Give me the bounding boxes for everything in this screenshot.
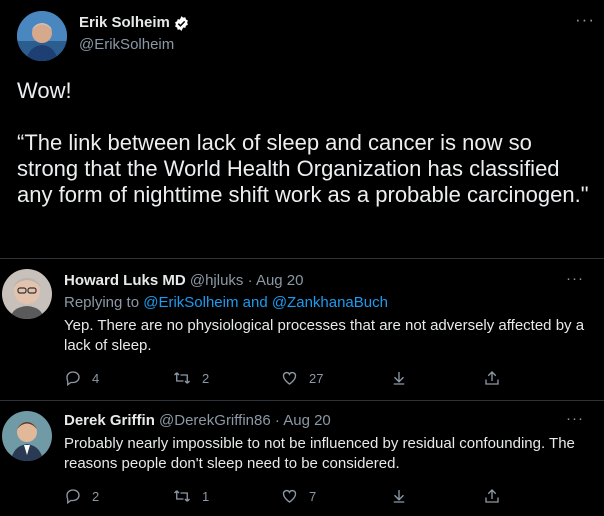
upload-icon bbox=[483, 369, 501, 387]
upload-action[interactable] bbox=[483, 367, 501, 389]
like-icon bbox=[280, 487, 299, 505]
author-handle[interactable]: @ErikSolheim bbox=[79, 36, 174, 53]
share-icon bbox=[390, 369, 408, 387]
retweet-icon bbox=[172, 487, 192, 505]
separator: · bbox=[247, 272, 253, 289]
reply-text: Yep. There are no physiological processe… bbox=[64, 317, 585, 354]
reply-author-name[interactable]: Howard Luks MD bbox=[64, 272, 186, 289]
like-icon bbox=[280, 369, 299, 387]
separator: · bbox=[274, 412, 280, 429]
share-action[interactable] bbox=[390, 485, 408, 507]
retweet-count: 2 bbox=[202, 370, 210, 386]
retweet-count: 1 bbox=[202, 488, 210, 504]
avatar[interactable] bbox=[2, 269, 52, 319]
like-count: 7 bbox=[309, 488, 317, 504]
upload-icon bbox=[483, 487, 501, 505]
retweet-icon bbox=[172, 369, 192, 387]
reply-icon bbox=[64, 369, 82, 387]
upload-action[interactable] bbox=[483, 485, 501, 507]
retweet-action[interactable]: 2 bbox=[172, 367, 209, 389]
main-tweet: Erik Solheim @ErikSolheim ··· Wow! “The … bbox=[0, 0, 604, 258]
reply-tweet[interactable]: Derek Griffin @DerekGriffin86 · Aug 20 ·… bbox=[0, 400, 604, 516]
like-count: 27 bbox=[309, 370, 324, 386]
reply-date[interactable]: Aug 20 bbox=[256, 272, 304, 289]
reply-header: Howard Luks MD @hjluks · Aug 20 bbox=[64, 272, 304, 289]
reply-header: Derek Griffin @DerekGriffin86 · Aug 20 bbox=[64, 412, 331, 429]
author-name[interactable]: Erik Solheim bbox=[79, 14, 170, 31]
reply-author-handle[interactable]: @DerekGriffin86 bbox=[159, 412, 271, 429]
more-icon[interactable]: ··· bbox=[566, 270, 584, 287]
replying-mentions[interactable]: @ErikSolheim and @ZankhanaBuch bbox=[143, 294, 388, 311]
retweet-action[interactable]: 1 bbox=[172, 485, 209, 507]
reply-tweet[interactable]: Howard Luks MD @hjluks · Aug 20 ··· Repl… bbox=[0, 258, 604, 400]
avatar[interactable] bbox=[17, 11, 67, 61]
action-bar: 4 2 27 bbox=[64, 367, 564, 389]
reply-icon bbox=[64, 487, 82, 505]
tweet-quote: “The link between lack of sleep and canc… bbox=[17, 130, 589, 207]
like-action[interactable]: 27 bbox=[280, 367, 323, 389]
reply-author-handle[interactable]: @hjluks bbox=[190, 272, 244, 289]
share-action[interactable] bbox=[390, 367, 408, 389]
tweet-text: Wow! “The link between lack of sleep and… bbox=[17, 78, 592, 208]
more-icon[interactable]: ··· bbox=[566, 410, 584, 427]
reply-author-name[interactable]: Derek Griffin bbox=[64, 412, 155, 429]
reply-text: Probably nearly impossible to not be inf… bbox=[64, 435, 575, 472]
reply-count: 2 bbox=[92, 488, 100, 504]
like-action[interactable]: 7 bbox=[280, 485, 316, 507]
tweet-line-1: Wow! bbox=[17, 78, 72, 103]
action-bar: 2 1 7 bbox=[64, 485, 564, 507]
share-icon bbox=[390, 487, 408, 505]
reply-count: 4 bbox=[92, 370, 100, 386]
reply-date[interactable]: Aug 20 bbox=[283, 412, 331, 429]
avatar[interactable] bbox=[2, 411, 52, 461]
replying-prefix: Replying to bbox=[64, 294, 144, 311]
more-icon[interactable]: ··· bbox=[572, 10, 598, 30]
reply-action[interactable]: 4 bbox=[64, 367, 99, 389]
replying-to: Replying to @ErikSolheim and @ZankhanaBu… bbox=[64, 294, 388, 311]
reply-action[interactable]: 2 bbox=[64, 485, 99, 507]
verified-badge-icon bbox=[173, 15, 190, 32]
